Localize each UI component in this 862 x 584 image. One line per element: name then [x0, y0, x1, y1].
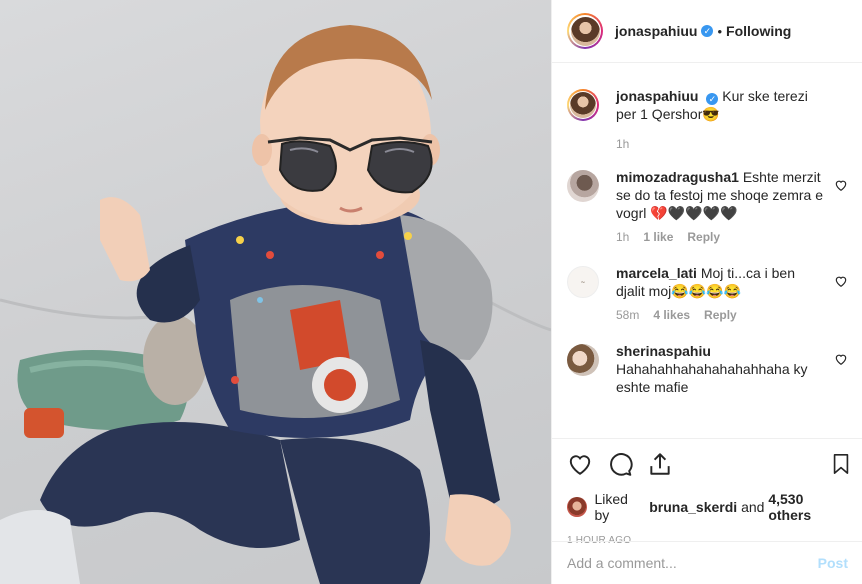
comment-meta: 58m 4 likes Reply — [616, 308, 826, 322]
comment-body: Hahahahhahahahahahhaha ky eshte mafie — [616, 361, 808, 395]
liked-by-others[interactable]: 4,530 others — [768, 491, 848, 523]
likes-summary: Liked by bruna_skerdi and 4,530 others — [567, 491, 848, 523]
comment-likes[interactable]: 1 like — [643, 230, 673, 244]
commenter-avatar[interactable]: ~ — [567, 266, 599, 298]
caption-author-avatar-image — [570, 92, 596, 118]
caption-meta: 1h — [616, 137, 826, 151]
liked-by-user[interactable]: bruna_skerdi — [649, 499, 737, 515]
share-icon[interactable] — [647, 451, 673, 477]
post-header: jonaspahiuu ✓ • Following — [552, 0, 862, 63]
comment-text: marcela_lati Moj ti...ca i ben djalit mo… — [616, 264, 826, 300]
following-button[interactable]: Following — [726, 23, 791, 39]
comment-item: mimozadragusha1 Eshte merzit se do ta fe… — [567, 168, 848, 244]
follow-separator: • — [717, 23, 723, 39]
action-icons — [567, 449, 849, 479]
liked-by-prefix: Liked by — [594, 491, 628, 523]
caption-author-avatar[interactable] — [567, 89, 599, 121]
comment-icon[interactable] — [607, 451, 633, 477]
commenter-username[interactable]: sherinaspahiu — [616, 343, 711, 359]
verified-badge-icon: ✓ — [701, 25, 714, 37]
author-username[interactable]: jonaspahiuu — [615, 23, 697, 39]
comment-text: mimozadragusha1 Eshte merzit se do ta fe… — [616, 168, 826, 222]
reply-button[interactable]: Reply — [704, 308, 737, 322]
caption: jonaspahiuu ✓ Kur ske terezi per 1 Qersh… — [567, 87, 848, 151]
post-comment-button[interactable]: Post — [818, 555, 848, 571]
post-image[interactable] — [0, 0, 551, 584]
author-avatar[interactable] — [567, 13, 603, 49]
commenter-avatar-logo-icon: ~ — [580, 278, 586, 286]
liker-avatar[interactable] — [567, 497, 587, 517]
post-photo-illustration — [0, 25, 551, 584]
liked-by-and: and — [741, 499, 765, 515]
bookmark-icon[interactable] — [830, 452, 852, 476]
comment-item: ~ marcela_lati Moj ti...ca i ben djalit … — [567, 264, 848, 322]
heart-icon[interactable] — [567, 451, 593, 477]
author-avatar-image — [570, 16, 600, 46]
reply-button[interactable]: Reply — [687, 230, 720, 244]
comment-likes[interactable]: 4 likes — [653, 308, 690, 322]
comment-heart-icon[interactable] — [834, 178, 848, 192]
comment-input[interactable] — [567, 555, 807, 571]
caption-text: jonaspahiuu ✓ Kur ske terezi per 1 Qersh… — [616, 87, 826, 123]
caption-time: 1h — [616, 137, 630, 151]
comment-meta: 1h 1 like Reply — [616, 230, 826, 244]
comment-text: sherinaspahiu Hahahahhahahahahahhaha ky … — [616, 342, 826, 396]
comments-list[interactable]: jonaspahiuu ✓ Kur ske terezi per 1 Qersh… — [552, 64, 862, 438]
post-sidebar: jonaspahiuu ✓ • Following jonaspahiuu ✓ … — [551, 0, 862, 584]
comment-time: 1h — [616, 230, 630, 244]
post-actions: Liked by bruna_skerdi and 4,530 others 1… — [552, 438, 862, 546]
verified-badge-icon: ✓ — [706, 93, 719, 105]
comment-item: sherinaspahiu Hahahahhahahahahahhaha ky … — [567, 342, 848, 396]
comment-time: 58m — [616, 308, 640, 322]
commenter-avatar[interactable] — [567, 344, 599, 376]
add-comment-bar: Post — [552, 541, 862, 584]
commenter-avatar[interactable] — [567, 170, 599, 202]
caption-author-username[interactable]: jonaspahiuu — [616, 88, 698, 104]
commenter-username[interactable]: mimozadragusha1 — [616, 169, 739, 185]
comment-heart-icon[interactable] — [834, 274, 848, 288]
comment-heart-icon[interactable] — [834, 352, 848, 366]
commenter-username[interactable]: marcela_lati — [616, 265, 697, 281]
